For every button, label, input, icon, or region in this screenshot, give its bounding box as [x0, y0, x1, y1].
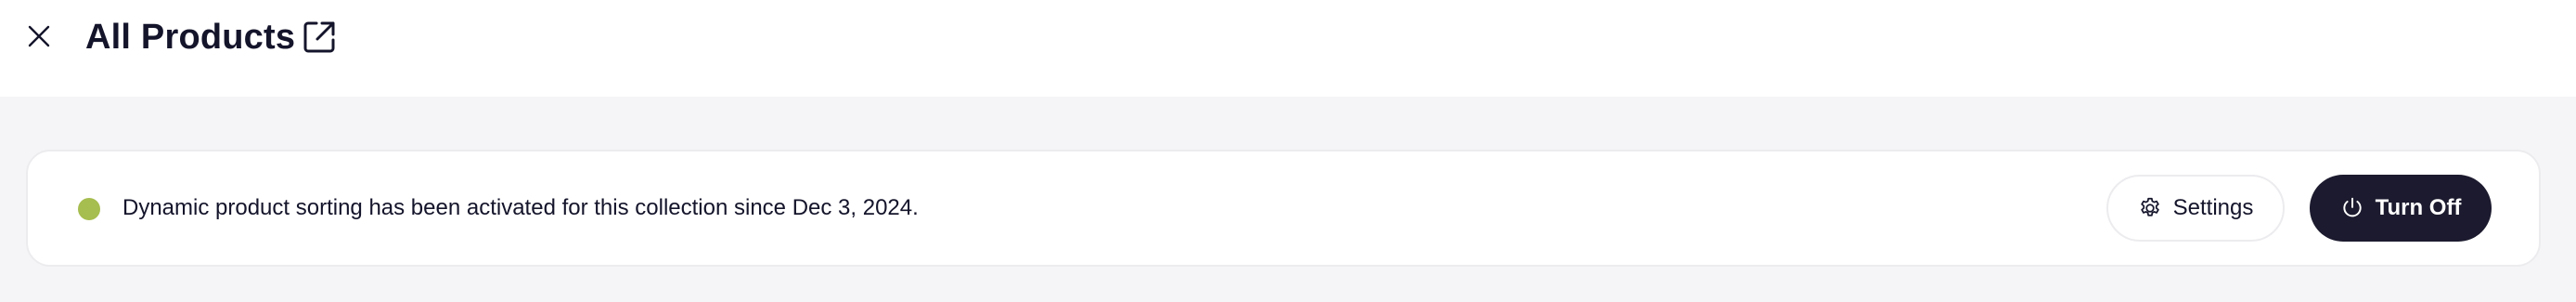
page-title: All Products — [85, 18, 296, 57]
close-icon — [26, 23, 52, 49]
turn-off-button[interactable]: Turn Off — [2310, 175, 2492, 242]
open-external-button[interactable] — [301, 19, 338, 56]
status-indicator-dot — [78, 198, 100, 220]
settings-button-label: Settings — [2172, 195, 2254, 220]
top-bar: All Products — [0, 0, 2576, 97]
turn-off-button-label: Turn Off — [2375, 195, 2462, 220]
gear-icon — [2138, 196, 2162, 220]
settings-button[interactable]: Settings — [2106, 175, 2285, 242]
status-message: Dynamic product sorting has been activat… — [122, 195, 919, 220]
close-button[interactable] — [19, 16, 59, 57]
power-icon — [2340, 196, 2364, 220]
external-link-icon — [302, 20, 337, 55]
sorting-status-banner: Dynamic product sorting has been activat… — [26, 150, 2541, 267]
